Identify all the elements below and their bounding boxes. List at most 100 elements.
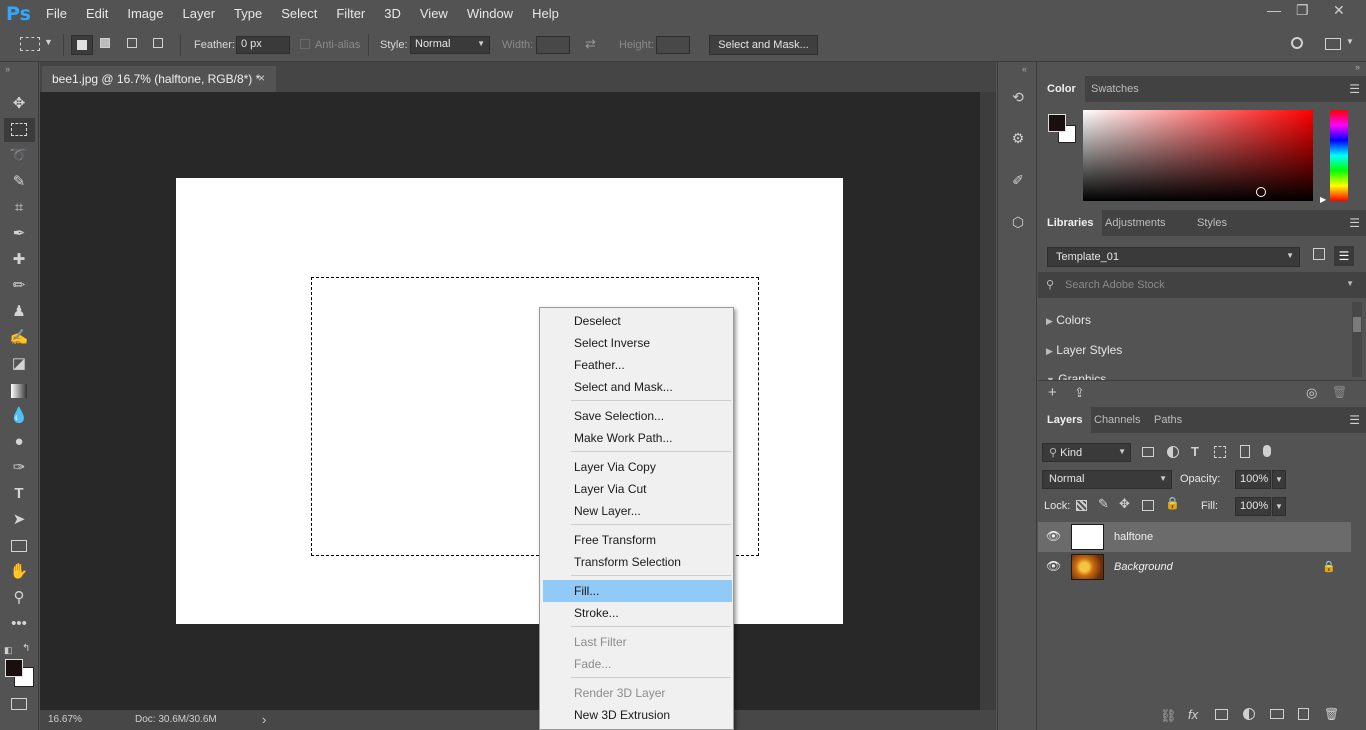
- libraries-scroll-thumb[interactable]: [1353, 317, 1361, 332]
- chevron-down-icon[interactable]: ▼: [1346, 279, 1354, 288]
- menu-window[interactable]: Window: [467, 6, 513, 21]
- panel-menu-icon[interactable]: ☰: [1349, 82, 1360, 96]
- lock-artboard-icon[interactable]: [1142, 500, 1154, 511]
- menu-item-select-inverse[interactable]: Select Inverse: [543, 332, 732, 354]
- opacity-input[interactable]: 100%: [1235, 470, 1271, 489]
- fg-color-chip[interactable]: [1048, 114, 1066, 132]
- menu-layer[interactable]: Layer: [183, 6, 216, 21]
- panel-menu-icon[interactable]: ☰: [1349, 216, 1360, 230]
- tab-channels[interactable]: Channels: [1085, 407, 1149, 433]
- menu-3d[interactable]: 3D: [384, 6, 401, 21]
- menu-help[interactable]: Help: [532, 6, 559, 21]
- eraser-icon[interactable]: ◪: [8, 353, 30, 375]
- new-group-icon[interactable]: [1270, 709, 1284, 719]
- new-layer-icon[interactable]: [1298, 708, 1309, 720]
- filter-kind-select[interactable]: ⚲ Kind ▼: [1042, 443, 1131, 462]
- foreground-color-swatch[interactable]: [5, 659, 23, 677]
- move-tool-icon[interactable]: ✥: [8, 93, 30, 115]
- menu-item-make-work-path[interactable]: Make Work Path...: [543, 427, 732, 449]
- menu-item-render-3d-layer[interactable]: Render 3D Layer: [543, 682, 732, 704]
- menu-item-new-layer[interactable]: New Layer...: [543, 500, 732, 522]
- add-mask-icon[interactable]: [1215, 709, 1228, 720]
- height-input[interactable]: [656, 36, 690, 54]
- menu-item-new-3d-extrusion[interactable]: New 3D Extrusion: [543, 704, 732, 726]
- marquee-tool-button[interactable]: [4, 118, 35, 142]
- fill-dropdown[interactable]: ▼: [1272, 497, 1286, 516]
- expand-panels-icon[interactable]: «: [1022, 64, 1027, 74]
- menu-item-free-transform[interactable]: Free Transform: [543, 529, 732, 551]
- list-view-icon[interactable]: ☰: [1334, 246, 1354, 266]
- new-selection-button[interactable]: [71, 35, 93, 55]
- fill-input[interactable]: 100%: [1235, 497, 1271, 516]
- trash-icon[interactable]: 🗑: [1332, 385, 1347, 399]
- tab-paths[interactable]: Paths: [1145, 407, 1191, 433]
- hand-tool-icon[interactable]: ✋: [8, 561, 30, 583]
- menu-type[interactable]: Type: [234, 6, 262, 21]
- vertical-scrollbar[interactable]: [980, 92, 996, 710]
- properties-panel-icon[interactable]: ⚙: [1007, 127, 1029, 149]
- rect-marquee-preset-icon[interactable]: [20, 37, 40, 51]
- intersect-selection-icon[interactable]: [153, 38, 163, 48]
- brush-settings-icon[interactable]: ✐: [1007, 169, 1029, 191]
- pen-tool-icon[interactable]: ✑: [8, 457, 30, 479]
- add-selection-icon[interactable]: [100, 38, 110, 48]
- trash-icon[interactable]: 🗑: [1324, 707, 1339, 721]
- menu-item-transform-selection[interactable]: Transform Selection: [543, 551, 732, 573]
- 3d-panel-icon[interactable]: ⬡: [1007, 211, 1029, 233]
- hue-slider-handle[interactable]: ▶: [1320, 195, 1326, 204]
- menu-item-layer-via-copy[interactable]: Layer Via Copy: [543, 456, 732, 478]
- lock-all-icon[interactable]: 🔒: [1165, 496, 1180, 510]
- menu-item-fill[interactable]: Fill...: [543, 580, 732, 602]
- tab-swatches[interactable]: Swatches: [1082, 76, 1148, 102]
- more-tools-icon[interactable]: •••: [8, 613, 30, 635]
- menu-item-save-selection[interactable]: Save Selection...: [543, 405, 732, 427]
- lasso-tool-icon[interactable]: ➰: [8, 145, 30, 167]
- tab-layers[interactable]: Layers: [1038, 407, 1092, 433]
- type-tool-icon[interactable]: T: [8, 483, 30, 505]
- swap-arrows-icon[interactable]: ⇄: [585, 36, 596, 52]
- panel-menu-icon[interactable]: ☰: [1349, 413, 1360, 427]
- stock-search-input[interactable]: Search Adobe Stock: [1065, 279, 1165, 291]
- eyedropper-icon[interactable]: ✒: [8, 223, 30, 245]
- menu-edit[interactable]: Edit: [86, 6, 108, 21]
- zoom-level[interactable]: 16.67%: [48, 714, 82, 725]
- width-input[interactable]: [536, 36, 570, 54]
- quick-select-icon[interactable]: ✎: [8, 171, 30, 193]
- restore-button[interactable]: ❐: [1296, 2, 1309, 19]
- tab-styles[interactable]: Styles: [1188, 210, 1236, 236]
- subtract-selection-icon[interactable]: [127, 38, 137, 48]
- upload-icon[interactable]: ⇪: [1074, 385, 1085, 401]
- filter-pixel-icon[interactable]: [1142, 447, 1154, 457]
- menu-item-layer-via-cut[interactable]: Layer Via Cut: [543, 478, 732, 500]
- section-graphics[interactable]: ▼ Graphics: [1046, 372, 1356, 380]
- antialias-checkbox[interactable]: [300, 39, 310, 49]
- minimize-button[interactable]: —: [1267, 2, 1281, 18]
- menu-file[interactable]: File: [46, 6, 67, 21]
- eye-icon[interactable]: 👁: [1046, 559, 1061, 573]
- section-layer-styles[interactable]: ▶ Layer Styles: [1046, 343, 1122, 357]
- menu-item-select-and-mask[interactable]: Select and Mask...: [543, 376, 732, 398]
- lock-pixels-icon[interactable]: ✎: [1098, 496, 1109, 512]
- blur-tool-icon[interactable]: 💧: [8, 405, 30, 427]
- library-select[interactable]: Template_01 ▼: [1047, 247, 1300, 267]
- layer-row-background[interactable]: 👁 Background 🔒: [1038, 552, 1351, 582]
- filter-toggle[interactable]: [1263, 445, 1271, 457]
- menu-filter[interactable]: Filter: [336, 6, 365, 21]
- lock-position-icon[interactable]: ✥: [1119, 496, 1130, 512]
- close-window-button[interactable]: ✕: [1333, 2, 1345, 19]
- menu-item-fade[interactable]: Fade...: [543, 653, 732, 675]
- path-select-icon[interactable]: ➤: [8, 509, 30, 531]
- filter-shape-icon[interactable]: [1214, 446, 1226, 458]
- menu-item-last-filter[interactable]: Last Filter: [543, 631, 732, 653]
- default-colors-icon[interactable]: ◧: [4, 645, 13, 656]
- chevron-down-icon[interactable]: ▼: [1346, 37, 1354, 46]
- crop-tool-icon[interactable]: ⌗: [8, 197, 30, 219]
- new-adjustment-icon[interactable]: [1243, 708, 1255, 720]
- quick-mask-icon[interactable]: [11, 698, 27, 710]
- menu-item-feather[interactable]: Feather...: [543, 354, 732, 376]
- gradient-tool-icon[interactable]: [11, 384, 27, 398]
- swap-colors-icon[interactable]: ↰: [22, 643, 30, 654]
- style-select[interactable]: Normal ▼: [410, 36, 490, 54]
- menu-item-stroke[interactable]: Stroke...: [543, 602, 732, 624]
- brush-tool-icon[interactable]: ✏: [8, 275, 30, 297]
